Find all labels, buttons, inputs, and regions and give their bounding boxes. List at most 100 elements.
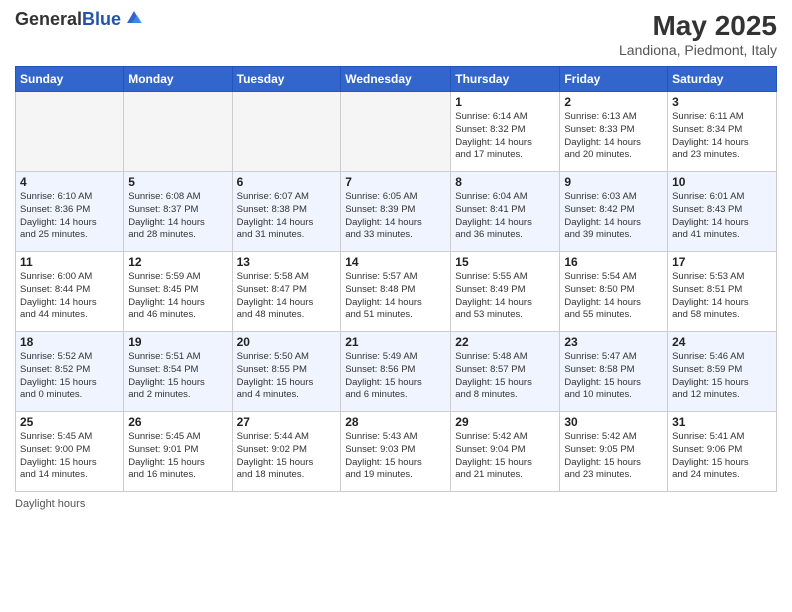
day-number: 21 [345, 335, 446, 349]
day-info: Sunrise: 5:54 AM Sunset: 8:50 PM Dayligh… [564, 271, 663, 322]
day-info: Sunrise: 6:05 AM Sunset: 8:39 PM Dayligh… [345, 191, 446, 242]
day-number: 25 [20, 415, 119, 429]
day-info: Sunrise: 6:04 AM Sunset: 8:41 PM Dayligh… [455, 191, 555, 242]
footer: Daylight hours [15, 498, 777, 510]
table-row: 5 Sunrise: 6:08 AM Sunset: 8:37 PM Daylig… [124, 172, 232, 252]
day-number: 31 [672, 415, 772, 429]
day-number: 8 [455, 175, 555, 189]
day-info: Sunrise: 5:44 AM Sunset: 9:02 PM Dayligh… [237, 431, 337, 482]
day-info: Sunrise: 5:41 AM Sunset: 9:06 PM Dayligh… [672, 431, 772, 482]
table-row: 2 Sunrise: 6:13 AM Sunset: 8:33 PM Daylig… [560, 92, 668, 172]
day-info: Sunrise: 5:43 AM Sunset: 9:03 PM Dayligh… [345, 431, 446, 482]
col-sunday: Sunday [16, 67, 124, 92]
day-number: 30 [564, 415, 663, 429]
day-info: Sunrise: 5:51 AM Sunset: 8:54 PM Dayligh… [128, 351, 227, 402]
day-info: Sunrise: 5:57 AM Sunset: 8:48 PM Dayligh… [345, 271, 446, 322]
calendar-row: 11 Sunrise: 6:00 AM Sunset: 8:44 PM Dayli… [16, 252, 777, 332]
calendar-row: 18Sunrise: 5:52 AM Sunset: 8:52 PM Dayli… [16, 332, 777, 412]
day-info: Sunrise: 5:49 AM Sunset: 8:56 PM Dayligh… [345, 351, 446, 402]
month-year: May 2025 [619, 10, 777, 42]
table-row: 24 Sunrise: 5:46 AM Sunset: 8:59 PM Dayli… [668, 332, 777, 412]
day-info: Sunrise: 5:47 AM Sunset: 8:58 PM Dayligh… [564, 351, 663, 402]
day-number: 19 [128, 335, 227, 349]
col-wednesday: Wednesday [341, 67, 451, 92]
col-saturday: Saturday [668, 67, 777, 92]
day-info: Sunrise: 5:53 AM Sunset: 8:51 PM Dayligh… [672, 271, 772, 322]
location: Landiona, Piedmont, Italy [619, 42, 777, 58]
day-info: Sunrise: 5:45 AM Sunset: 9:01 PM Dayligh… [128, 431, 227, 482]
day-number: 9 [564, 175, 663, 189]
day-info: Sunrise: 6:00 AM Sunset: 8:44 PM Dayligh… [20, 271, 119, 322]
col-friday: Friday [560, 67, 668, 92]
table-row: 21 Sunrise: 5:49 AM Sunset: 8:56 PM Dayli… [341, 332, 451, 412]
header: GeneralBlue May 2025 Landiona, Piedmont,… [15, 10, 777, 58]
day-number: 28 [345, 415, 446, 429]
logo-blue: Blue [82, 9, 121, 29]
table-row: 20 Sunrise: 5:50 AM Sunset: 8:55 PM Dayli… [232, 332, 341, 412]
table-row: 14Sunrise: 5:57 AM Sunset: 8:48 PM Dayli… [341, 252, 451, 332]
day-number: 17 [672, 255, 772, 269]
day-info: Sunrise: 6:11 AM Sunset: 8:34 PM Dayligh… [672, 111, 772, 162]
daylight-label: Daylight hours [15, 498, 85, 510]
day-info: Sunrise: 5:50 AM Sunset: 8:55 PM Dayligh… [237, 351, 337, 402]
table-row: 13 Sunrise: 5:58 AM Sunset: 8:47 PM Dayli… [232, 252, 341, 332]
table-row: 9Sunrise: 6:03 AM Sunset: 8:42 PM Daylig… [560, 172, 668, 252]
day-info: Sunrise: 5:48 AM Sunset: 8:57 PM Dayligh… [455, 351, 555, 402]
table-row: 29 Sunrise: 5:42 AM Sunset: 9:04 PM Dayli… [451, 412, 560, 492]
day-number: 13 [237, 255, 337, 269]
day-info: Sunrise: 6:07 AM Sunset: 8:38 PM Dayligh… [237, 191, 337, 242]
table-row: 15 Sunrise: 5:55 AM Sunset: 8:49 PM Dayli… [451, 252, 560, 332]
table-row: 8 Sunrise: 6:04 AM Sunset: 8:41 PM Daylig… [451, 172, 560, 252]
col-monday: Monday [124, 67, 232, 92]
day-info: Sunrise: 6:08 AM Sunset: 8:37 PM Dayligh… [128, 191, 227, 242]
table-row: 17 Sunrise: 5:53 AM Sunset: 8:51 PM Dayli… [668, 252, 777, 332]
day-number: 27 [237, 415, 337, 429]
table-row: 28 Sunrise: 5:43 AM Sunset: 9:03 PM Dayli… [341, 412, 451, 492]
day-number: 11 [20, 255, 119, 269]
day-number: 4 [20, 175, 119, 189]
day-number: 1 [455, 95, 555, 109]
table-row: 6Sunrise: 6:07 AM Sunset: 8:38 PM Daylig… [232, 172, 341, 252]
logo: GeneralBlue [15, 10, 145, 30]
table-row: 26 Sunrise: 5:45 AM Sunset: 9:01 PM Dayli… [124, 412, 232, 492]
day-number: 16 [564, 255, 663, 269]
day-number: 29 [455, 415, 555, 429]
day-number: 20 [237, 335, 337, 349]
calendar-row: 4Sunrise: 6:10 AM Sunset: 8:36 PM Daylig… [16, 172, 777, 252]
day-number: 3 [672, 95, 772, 109]
table-row: 30 Sunrise: 5:42 AM Sunset: 9:05 PM Dayli… [560, 412, 668, 492]
day-info: Sunrise: 5:42 AM Sunset: 9:05 PM Dayligh… [564, 431, 663, 482]
table-row: 19 Sunrise: 5:51 AM Sunset: 8:54 PM Dayli… [124, 332, 232, 412]
day-number: 10 [672, 175, 772, 189]
day-number: 15 [455, 255, 555, 269]
day-info: Sunrise: 5:58 AM Sunset: 8:47 PM Dayligh… [237, 271, 337, 322]
day-number: 5 [128, 175, 227, 189]
day-number: 12 [128, 255, 227, 269]
table-row: 18Sunrise: 5:52 AM Sunset: 8:52 PM Dayli… [16, 332, 124, 412]
table-row [341, 92, 451, 172]
logo-text: GeneralBlue [15, 10, 121, 30]
day-info: Sunrise: 5:46 AM Sunset: 8:59 PM Dayligh… [672, 351, 772, 402]
logo-general: General [15, 9, 82, 29]
table-row: 12Sunrise: 5:59 AM Sunset: 8:45 PM Dayli… [124, 252, 232, 332]
table-row: 16 Sunrise: 5:54 AM Sunset: 8:50 PM Dayli… [560, 252, 668, 332]
table-row: 11 Sunrise: 6:00 AM Sunset: 8:44 PM Dayli… [16, 252, 124, 332]
col-tuesday: Tuesday [232, 67, 341, 92]
table-row: 23Sunrise: 5:47 AM Sunset: 8:58 PM Dayli… [560, 332, 668, 412]
day-info: Sunrise: 6:14 AM Sunset: 8:32 PM Dayligh… [455, 111, 555, 162]
day-info: Sunrise: 5:42 AM Sunset: 9:04 PM Dayligh… [455, 431, 555, 482]
table-row: 27 Sunrise: 5:44 AM Sunset: 9:02 PM Dayli… [232, 412, 341, 492]
day-number: 24 [672, 335, 772, 349]
col-thursday: Thursday [451, 67, 560, 92]
calendar-table: Sunday Monday Tuesday Wednesday Thursday… [15, 66, 777, 492]
day-info: Sunrise: 5:55 AM Sunset: 8:49 PM Dayligh… [455, 271, 555, 322]
table-row [232, 92, 341, 172]
day-info: Sunrise: 6:13 AM Sunset: 8:33 PM Dayligh… [564, 111, 663, 162]
day-number: 26 [128, 415, 227, 429]
table-row: 25Sunrise: 5:45 AM Sunset: 9:00 PM Dayli… [16, 412, 124, 492]
table-row: 22Sunrise: 5:48 AM Sunset: 8:57 PM Dayli… [451, 332, 560, 412]
table-row: 10Sunrise: 6:01 AM Sunset: 8:43 PM Dayli… [668, 172, 777, 252]
day-number: 2 [564, 95, 663, 109]
table-row [16, 92, 124, 172]
table-row: 3 Sunrise: 6:11 AM Sunset: 8:34 PM Daylig… [668, 92, 777, 172]
